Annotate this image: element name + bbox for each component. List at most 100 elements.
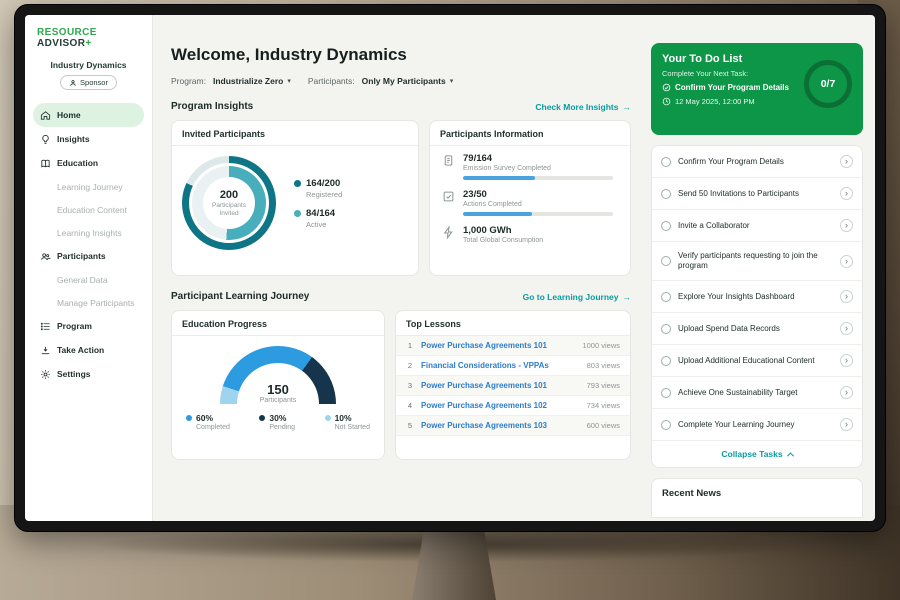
lesson-row: 2 Financial Considerations - VPPAs 803 v… [396,356,630,376]
arrow-right-icon: → [623,292,632,302]
todo-checkbox[interactable] [661,324,671,334]
next-task-label: Confirm Your Program Details [675,83,789,92]
program-insights-header: Program Insights Check More Insights → [171,101,631,112]
sidebar-item-learning-journey[interactable]: Learning Journey [33,175,144,198]
sidebar-item-take-action[interactable]: Take Action [33,338,144,362]
sidebar-item-label: Program [57,321,92,331]
sidebar-item-home[interactable]: Home [33,103,144,127]
lesson-row: 5 Power Purchase Agreements 103 600 view… [396,416,630,436]
todo-item[interactable]: Upload Additional Educational Content › [652,345,862,377]
monitor-bezel: RESOURCE ADVISOR+ Industry Dynamics Spon… [14,4,886,532]
todo-checkbox[interactable] [661,221,671,231]
todo-item[interactable]: Achieve One Sustainability Target › [652,377,862,409]
lesson-link[interactable]: Power Purchase Agreements 101 [421,341,575,350]
legend-value: 10% [335,413,370,423]
todo-item[interactable]: Send 50 Invitations to Participants › [652,178,862,210]
todo-checkbox[interactable] [661,420,671,430]
sidebar-item-education-content[interactable]: Education Content [33,198,144,221]
todo-checkbox[interactable] [661,388,671,398]
gauge-center-label: Participants [220,397,336,404]
sidebar-item-insights[interactable]: Insights [33,127,144,151]
todo-item-label: Send 50 Invitations to Participants [678,189,833,199]
todo-progress-value: 0/7 [821,78,836,90]
todo-item-label: Upload Spend Data Records [678,324,833,334]
program-select[interactable]: Industrialize Zero ▾ [213,76,291,86]
sidebar-item-label: Participants [57,251,106,261]
lesson-link[interactable]: Power Purchase Agreements 101 [421,381,580,390]
sidebar-item-general-data[interactable]: General Data [33,268,144,291]
todo-item-label: Verify participants requesting to join t… [678,251,833,271]
legend-value: 60% [196,413,230,423]
lesson-views: 600 views [587,421,620,430]
collapse-tasks-button[interactable]: Collapse Tasks [652,441,862,467]
todo-item-label: Upload Additional Educational Content [678,356,833,366]
survey-icon [442,154,455,167]
chevron-down-icon: ▾ [287,78,291,85]
stat-label: Actions Completed [463,201,613,208]
lesson-row: 4 Power Purchase Agreements 102 734 view… [396,396,630,416]
sidebar-item-manage-participants[interactable]: Manage Participants [33,291,144,314]
gauge-center-value: 150 [220,382,336,397]
next-task-row[interactable]: Confirm Your Program Details [662,83,800,92]
todo-checkbox[interactable] [661,157,671,167]
invited-participants-card: Invited Participants 200 Participants In… [171,120,419,276]
due-date-label: 12 May 2025, 12:00 PM [675,97,755,106]
lesson-link[interactable]: Financial Considerations - VPPAs [421,361,580,370]
todo-checkbox[interactable] [661,189,671,199]
check-more-insights-link[interactable]: Check More Insights → [535,102,631,112]
sidebar-item-label: Manage Participants [57,298,135,308]
todo-item-label: Explore Your Insights Dashboard [678,292,833,302]
todo-item[interactable]: Complete Your Learning Journey › [652,409,862,441]
sidebar-item-label: Learning Insights [57,228,122,238]
sidebar-item-label: General Data [57,275,108,285]
stat-row-global-consumption: 1,000 GWh Total Global Consumption [442,225,618,244]
sidebar-item-education[interactable]: Education [33,151,144,175]
todo-item[interactable]: Invite a Collaborator › [652,210,862,242]
org-name: Industry Dynamics [33,60,144,70]
gauge-legend: 60% Completed 30% Pending [172,413,384,431]
sidebar-item-label: Settings [57,369,91,379]
lesson-link[interactable]: Power Purchase Agreements 102 [421,401,580,410]
sidebar-item-participants[interactable]: Participants [33,244,144,268]
chevron-right-icon[interactable]: › [840,354,853,367]
chevron-right-icon[interactable]: › [840,155,853,168]
chevron-right-icon[interactable]: › [840,290,853,303]
legend-value: 84/164 [306,208,335,219]
go-to-learning-journey-link[interactable]: Go to Learning Journey → [523,292,631,302]
todo-checkbox[interactable] [661,292,671,302]
chevron-right-icon[interactable]: › [840,255,853,268]
chevron-right-icon[interactable]: › [840,187,853,200]
dashboard-screen: RESOURCE ADVISOR+ Industry Dynamics Spon… [25,15,875,521]
lesson-rank: 5 [406,421,414,430]
progress-bar-fill [463,212,532,216]
todo-checkbox[interactable] [661,356,671,366]
chevron-right-icon[interactable]: › [840,386,853,399]
sidebar-item-settings[interactable]: Settings [33,362,144,386]
chevron-right-icon[interactable]: › [840,219,853,232]
stat-value: 1,000 GWh [463,225,543,236]
participants-select[interactable]: Only My Participants ▾ [362,76,454,86]
todo-item[interactable]: Confirm Your Program Details › [652,146,862,178]
sidebar-item-program[interactable]: Program [33,314,144,338]
todo-item[interactable]: Verify participants requesting to join t… [652,242,862,281]
todo-item-label: Confirm Your Program Details [678,157,833,167]
main-content: Welcome, Industry Dynamics Program: Indu… [153,15,643,521]
progress-bar [463,212,613,216]
chevron-up-icon [787,452,794,459]
todo-item-label: Complete Your Learning Journey [678,420,833,430]
legend-item-not-started: 10% Not Started [325,413,370,431]
todo-checkbox[interactable] [661,256,671,266]
todo-item[interactable]: Upload Spend Data Records › [652,313,862,345]
logo-part-resource: RESOURCE [37,27,97,38]
chevron-right-icon[interactable]: › [840,322,853,335]
todo-panel: Your To Do List Complete Your Next Task:… [643,15,875,521]
legend-item-active: 84/164 Active [294,208,342,229]
program-filter-label: Program: [171,76,206,86]
chevron-right-icon[interactable]: › [840,418,853,431]
lesson-link[interactable]: Power Purchase Agreements 103 [421,421,580,430]
sidebar-item-learning-insights[interactable]: Learning Insights [33,221,144,244]
todo-item[interactable]: Explore Your Insights Dashboard › [652,281,862,313]
person-icon [69,79,77,87]
app-logo: RESOURCE ADVISOR+ [33,27,144,49]
invited-donut-inner: 200 Participants Invited [192,166,266,240]
